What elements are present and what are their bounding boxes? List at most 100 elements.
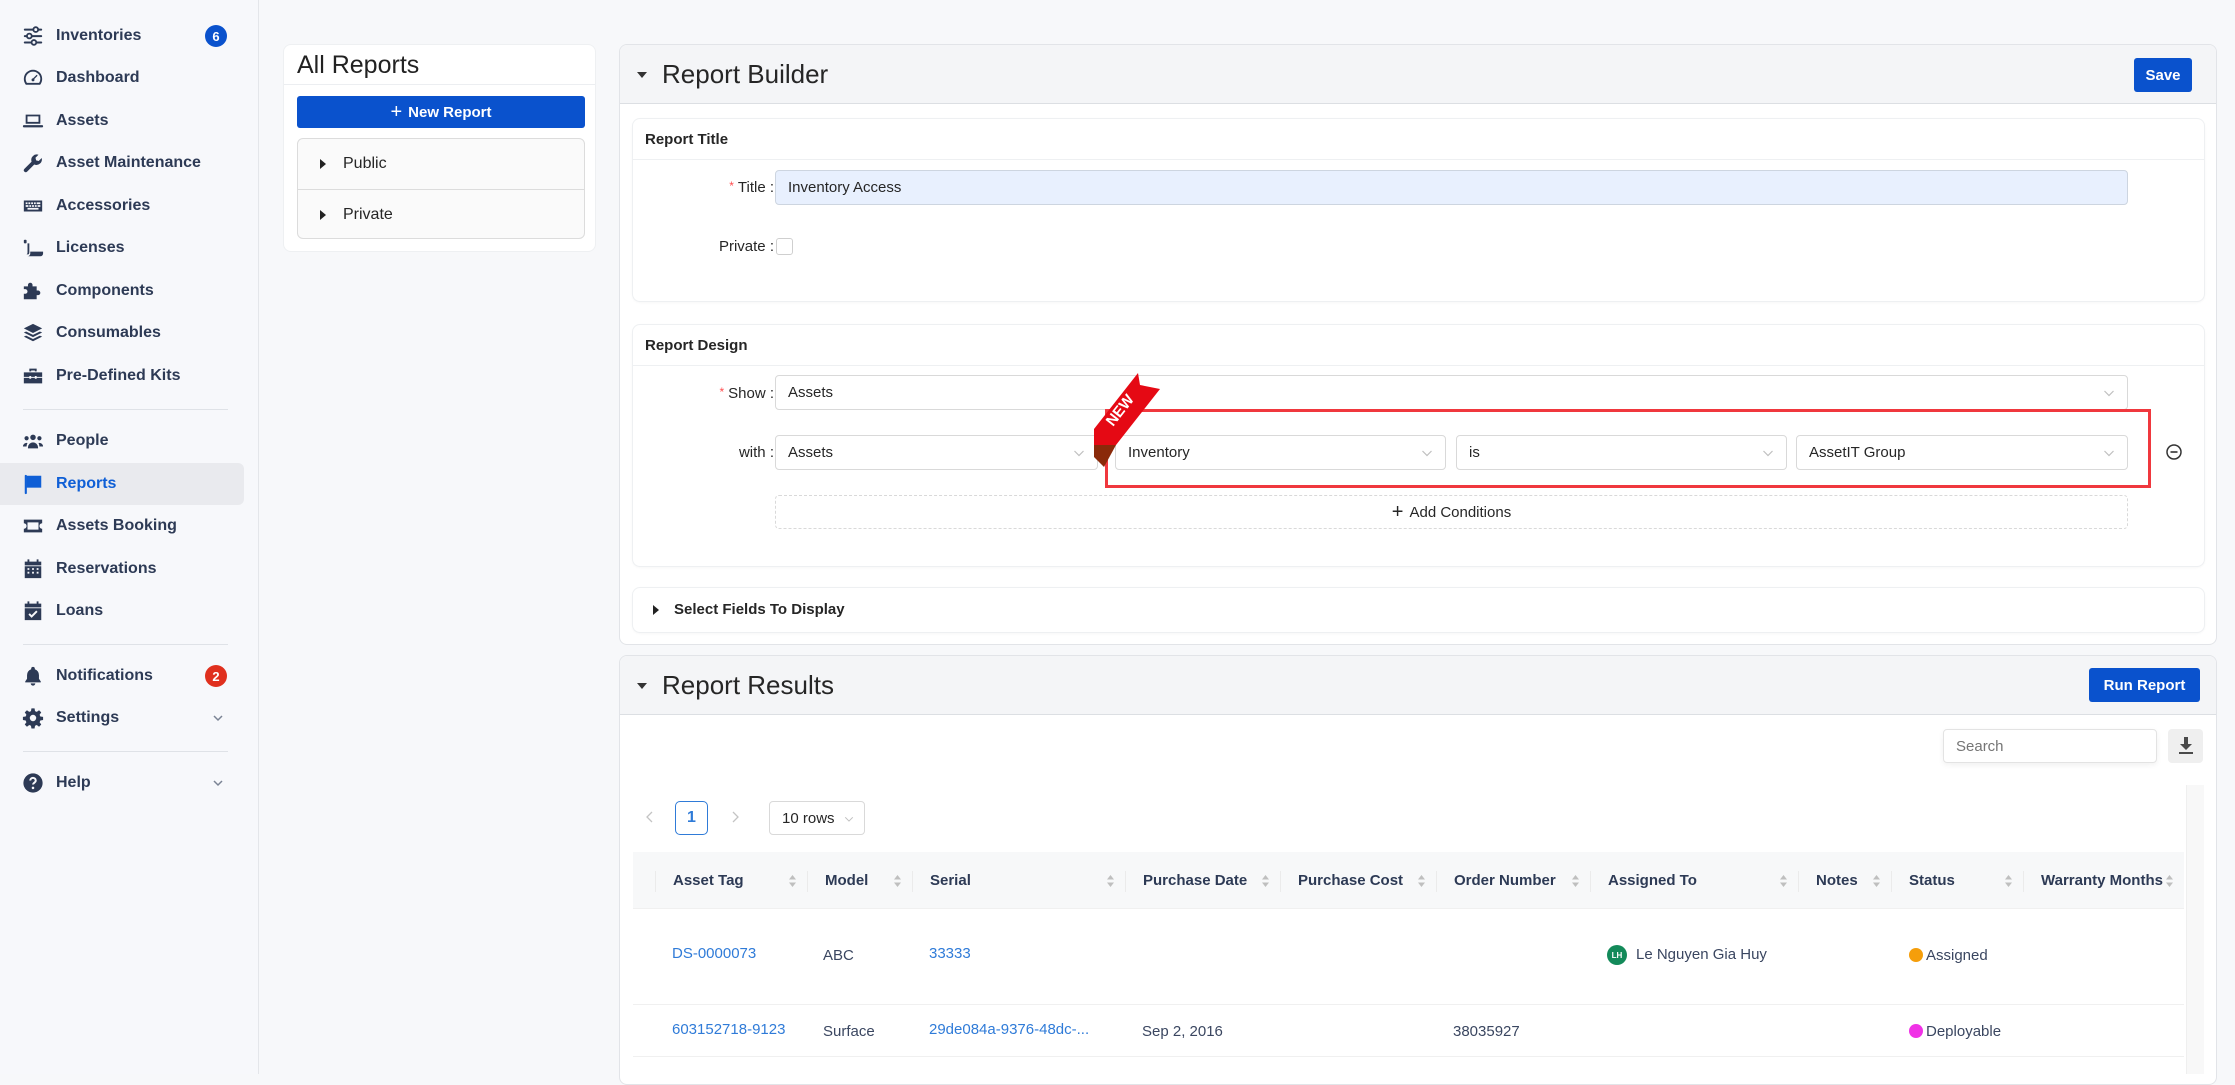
all-reports-title: All Reports	[297, 51, 420, 79]
sidebar-item-notifications[interactable]: Notifications 2	[0, 655, 244, 697]
next-page-icon[interactable]	[729, 810, 741, 824]
condition-field-select[interactable]: Inventory	[1115, 435, 1446, 470]
sidebar-item-label: Components	[56, 282, 154, 299]
sidebar-item-loans[interactable]: Loans	[0, 590, 244, 632]
sidebar-item-label: Accessories	[56, 197, 151, 214]
column-header-assigned-to[interactable]: Assigned To	[1590, 852, 1798, 909]
column-header-model[interactable]: Model	[807, 852, 912, 909]
column-header-purchase-date[interactable]: Purchase Date	[1125, 852, 1280, 909]
sidebar-item-reports[interactable]: Reports	[0, 463, 244, 505]
column-header-purchase-cost[interactable]: Purchase Cost	[1280, 852, 1436, 909]
sidebar-item-inventories[interactable]: Inventories 6	[0, 15, 244, 57]
chevron-down-icon	[2104, 390, 2114, 397]
model-cell: Surface	[823, 1023, 875, 1040]
sidebar-divider	[23, 644, 228, 645]
save-button[interactable]: Save	[2134, 58, 2192, 92]
assigned-to-cell[interactable]: LH Le Nguyen Gia Huy	[1607, 945, 1767, 965]
caret-right-icon	[320, 159, 326, 169]
serial-link[interactable]: 33333	[929, 945, 971, 962]
sidebar-item-label: Pre-Defined Kits	[56, 367, 181, 384]
report-design-card: Report Design * Show : Assets with : Asse…	[632, 324, 2205, 567]
folder-public[interactable]: Public	[298, 139, 584, 189]
run-report-button[interactable]: Run Report	[2089, 668, 2200, 702]
condition-operator-select[interactable]: is	[1456, 435, 1787, 470]
sidebar-item-assets-booking[interactable]: Assets Booking	[0, 505, 244, 547]
results-search-input[interactable]	[1943, 729, 2157, 763]
status-dot	[1909, 1024, 1923, 1038]
question-circle-icon	[22, 772, 44, 794]
required-asterisk: *	[729, 179, 734, 193]
report-builder-title: Report Builder	[662, 59, 829, 89]
sort-icon	[789, 875, 796, 887]
sidebar-item-label: Help	[56, 774, 91, 791]
sort-icon	[1572, 875, 1579, 887]
download-button[interactable]	[2168, 729, 2203, 763]
new-report-label: New Report	[408, 103, 492, 121]
condition-value-select[interactable]: AssetIT Group	[1796, 435, 2128, 470]
users-icon	[22, 430, 44, 452]
page-size-select[interactable]: 10 rows	[769, 801, 865, 835]
table-horizontal-scroll-area[interactable]	[2186, 785, 2204, 1074]
column-header-status[interactable]: Status	[1891, 852, 2023, 909]
sidebar-item-label: Reports	[56, 475, 117, 492]
sidebar-item-label: Assets	[56, 112, 109, 129]
caret-right-icon	[653, 605, 659, 615]
sidebar-item-dashboard[interactable]: Dashboard	[0, 57, 244, 99]
column-header-notes[interactable]: Notes	[1798, 852, 1891, 909]
plus-icon: +	[390, 100, 403, 123]
sort-icon	[1107, 875, 1114, 887]
chevron-down-icon	[213, 715, 223, 722]
select-fields-label: Select Fields To Display	[674, 601, 845, 618]
caret-down-icon	[637, 72, 647, 78]
toolbox-icon	[22, 365, 44, 387]
chevron-down-icon	[213, 780, 223, 787]
folder-private[interactable]: Private	[298, 189, 584, 238]
sidebar-item-people[interactable]: People	[0, 420, 244, 462]
prev-page-icon[interactable]	[644, 810, 656, 824]
sidebar-item-components[interactable]: Components	[0, 270, 244, 312]
bell-icon	[22, 665, 44, 687]
column-header-serial[interactable]: Serial	[912, 852, 1125, 909]
new-report-button[interactable]: + New Report	[297, 96, 585, 128]
add-conditions-button[interactable]: + Add Conditions	[775, 495, 2128, 529]
asset-tag-link[interactable]: 603152718-9123	[672, 1021, 785, 1038]
sidebar-item-assets[interactable]: Assets	[0, 100, 244, 142]
report-results-title: Report Results	[662, 670, 834, 700]
show-select[interactable]: Assets	[775, 375, 2128, 410]
remove-condition-icon[interactable]	[2165, 443, 2183, 461]
private-checkbox[interactable]	[776, 238, 793, 255]
select-fields-card[interactable]: Select Fields To Display	[632, 587, 2205, 633]
asset-tag-link[interactable]: DS-0000073	[672, 945, 756, 962]
column-header-asset-tag[interactable]: Asset Tag	[655, 852, 807, 909]
report-builder-header[interactable]: Report Builder Save	[620, 45, 2216, 104]
condition-entity-select[interactable]: Assets	[775, 435, 1098, 470]
page-1-button[interactable]: 1	[675, 801, 708, 835]
sidebar-item-licenses[interactable]: Licenses	[0, 227, 244, 269]
folder-label: Private	[343, 205, 393, 223]
order-number-cell: 38035927	[1453, 1023, 1520, 1040]
sidebar-item-pre-defined-kits[interactable]: Pre-Defined Kits	[0, 355, 244, 397]
report-folders: Public Private	[297, 138, 585, 239]
puzzle-icon	[22, 280, 44, 302]
sidebar-item-help[interactable]: Help	[0, 762, 244, 804]
status-cell: Deployable	[1909, 1023, 2001, 1040]
scroll-icon	[22, 237, 44, 259]
sort-icon	[1262, 875, 1269, 887]
sidebar-item-consumables[interactable]: Consumables	[0, 312, 244, 354]
sidebar-item-settings[interactable]: Settings	[0, 697, 244, 739]
sidebar-item-accessories[interactable]: Accessories	[0, 185, 244, 227]
sidebar-item-asset-maintenance[interactable]: Asset Maintenance	[0, 142, 244, 184]
title-input[interactable]: Inventory Access	[775, 170, 2128, 205]
wrench-icon	[22, 152, 44, 174]
report-results-header[interactable]: Report Results Run Report	[620, 656, 2216, 715]
sidebar-item-reservations[interactable]: Reservations	[0, 548, 244, 590]
caret-down-icon	[637, 683, 647, 689]
calendar-icon	[22, 558, 44, 580]
column-header-order-number[interactable]: Order Number	[1436, 852, 1590, 909]
table-row: DS-0000073 ABC 33333 LH Le Nguyen Gia Huy…	[633, 909, 2184, 1005]
serial-link[interactable]: 29de084a-9376-48dc-...	[929, 1021, 1089, 1038]
inventories-count-badge: 6	[205, 25, 227, 47]
chevron-down-icon	[2104, 450, 2114, 457]
column-header-warranty-months[interactable]: Warranty Months	[2023, 852, 2184, 909]
layers-icon	[22, 322, 44, 344]
